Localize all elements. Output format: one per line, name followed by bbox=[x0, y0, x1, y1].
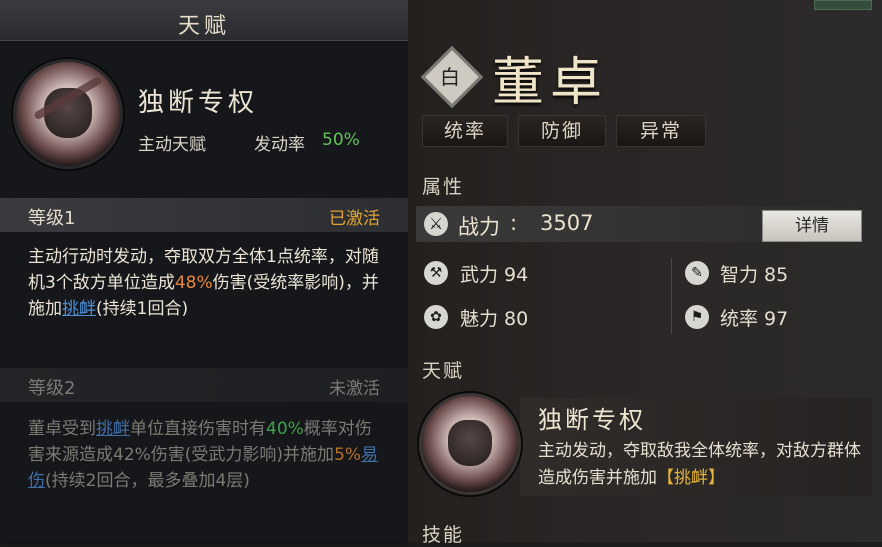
top-corner-button[interactable] bbox=[814, 0, 872, 10]
level1-desc-percent: 48% bbox=[174, 273, 213, 293]
level2-desc-percent-1: 40% bbox=[266, 419, 304, 439]
level1-label: 等级1 bbox=[28, 208, 76, 229]
talent-summary-tag: 【挑衅】 bbox=[657, 468, 725, 488]
tag-defense: 防御 bbox=[518, 115, 606, 147]
details-button[interactable]: 详情 bbox=[762, 210, 862, 242]
trigger-rate-value: 50% bbox=[322, 130, 360, 150]
level1-desc-text-c: (持续1回合) bbox=[96, 299, 189, 319]
level2-desc-text-d: (持续2回合，最多叠加4层) bbox=[45, 471, 250, 491]
level1-status: 已激活 bbox=[329, 209, 380, 229]
talent-type: 主动天赋 bbox=[138, 135, 206, 155]
trigger-rate-label: 发动率 bbox=[254, 135, 305, 155]
power-label: 战力 bbox=[458, 215, 500, 239]
stats-divider bbox=[671, 258, 672, 334]
general-name: 董卓 bbox=[492, 53, 609, 113]
level2-status: 未激活 bbox=[329, 379, 380, 399]
level2-desc-text-a: 董卓受到 bbox=[28, 419, 96, 439]
talent-summary-emblem-icon[interactable] bbox=[422, 396, 518, 492]
tooltip-title: 天赋 bbox=[177, 14, 230, 39]
power-value: 3507 bbox=[540, 211, 594, 235]
stat-command: 统率 97 bbox=[720, 308, 789, 330]
talent-section-title: 天赋 bbox=[422, 360, 465, 382]
skills-section-title: 技能 bbox=[422, 524, 465, 546]
charm-icon: ✿ bbox=[424, 305, 448, 329]
talent-emblem-icon bbox=[16, 62, 120, 166]
attributes-section-title: 属性 bbox=[422, 176, 465, 198]
book-icon: ✎ bbox=[685, 261, 709, 285]
level2-header: 等级2 未激活 bbox=[0, 368, 408, 402]
taunt-link[interactable]: 挑衅 bbox=[62, 299, 96, 319]
talent-name: 独断专权 bbox=[138, 88, 259, 118]
level2-label: 等级2 bbox=[28, 378, 76, 399]
stat-intellect: 智力 85 bbox=[720, 264, 789, 286]
tag-command: 统率 bbox=[422, 115, 508, 147]
rank-label: 白 bbox=[440, 65, 460, 89]
crossed-swords-icon: ⚔ bbox=[424, 212, 448, 236]
tooltip-header: 天赋 bbox=[0, 0, 408, 41]
power-colon: : bbox=[510, 211, 518, 235]
taunt-link-2[interactable]: 挑衅 bbox=[96, 419, 130, 439]
level2-desc-percent-2: 5% bbox=[334, 445, 362, 465]
tag-abnormal: 异常 bbox=[616, 115, 706, 147]
sword-icon: ⚒ bbox=[424, 261, 448, 285]
talent-summary-name: 独断专权 bbox=[538, 406, 646, 434]
level2-desc-text-b: 单位直接伤害时有 bbox=[130, 419, 266, 439]
stat-force: 武力 94 bbox=[460, 264, 529, 286]
stat-charm: 魅力 80 bbox=[460, 308, 529, 330]
level1-header: 等级1 已激活 bbox=[0, 198, 408, 232]
talent-summary-description: 主动发动，夺取敌我全体统率，对敌方群体造成伤害并施加【挑衅】 bbox=[538, 438, 868, 492]
level2-description: 董卓受到挑衅单位直接伤害时有40%概率对伤害来源造成42%伤害(受武力影响)并施… bbox=[28, 416, 388, 494]
level1-description: 主动行动时发动，夺取双方全体1点统率，对随机3个敌方单位造成48%伤害(受统率影… bbox=[28, 244, 388, 322]
banner-icon: ⚑ bbox=[685, 305, 709, 329]
